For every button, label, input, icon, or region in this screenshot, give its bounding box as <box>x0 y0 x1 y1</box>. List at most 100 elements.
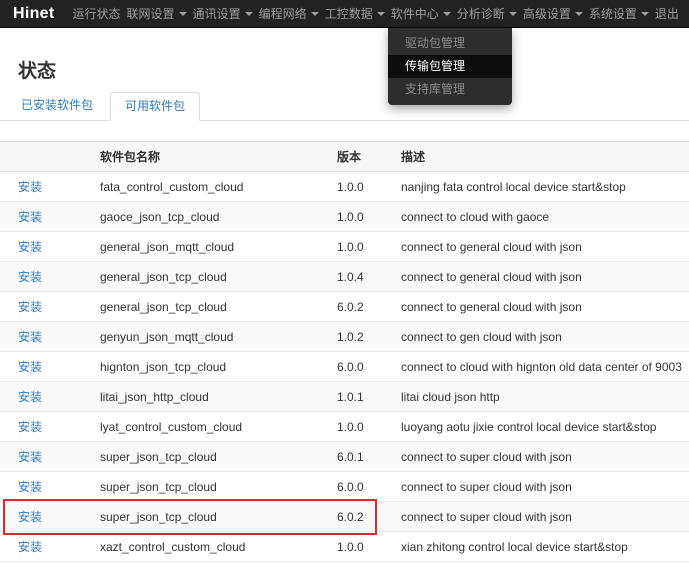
nav-item-9[interactable]: 退出 <box>655 0 679 28</box>
cell-description: connect to super cloud with json <box>397 442 689 472</box>
nav-item-label: 编程网络 <box>259 0 307 28</box>
table-row: 安装 super_json_tcp_cloud6.0.1connect to su… <box>0 442 689 472</box>
cell-package-name: genyun_json_mqtt_cloud <box>96 322 333 352</box>
navbar-menu: 运行状态联网设置通讯设置编程网络工控数据软件中心分析诊断高级设置系统设置退出 <box>67 0 689 28</box>
cell-version: 6.0.0 <box>333 352 397 382</box>
table-row: 安装general_json_tcp_cloud1.0.4connect to … <box>0 262 689 292</box>
table-row: 安装general_json_mqtt_cloud1.0.0connect to… <box>0 232 689 262</box>
cell-description: luoyang aotu jixie control local device … <box>397 412 689 442</box>
cell-action: 安装 <box>0 532 96 562</box>
cell-action: 安装 <box>0 472 96 502</box>
tab-0[interactable]: 已安装软件包 <box>6 91 108 120</box>
software-center-dropdown: 驱动包管理传输包管理支持库管理 <box>388 28 512 105</box>
dropdown-item-0[interactable]: 驱动包管理 <box>388 32 512 55</box>
cell-description: connect to super cloud with json <box>397 472 689 502</box>
install-link[interactable]: 安装 <box>18 180 42 194</box>
chevron-down-icon <box>641 12 649 16</box>
table-row: 安装 fata_control_custom_cloud1.0.0nanjing … <box>0 172 689 202</box>
cell-version: 1.0.2 <box>333 322 397 352</box>
main-content: 状态 已安装软件包可用软件包 软件包名称 版本 描述 安装fata_contro… <box>0 62 689 562</box>
install-link[interactable]: 安装 <box>18 300 42 314</box>
chevron-down-icon <box>443 12 451 16</box>
cell-version: 6.0.2 <box>333 502 397 532</box>
cell-action: 安装 <box>0 412 96 442</box>
install-link[interactable]: 安装 <box>18 480 42 494</box>
dropdown-item-1-active[interactable]: 传输包管理 <box>388 55 512 78</box>
dropdown-item-2[interactable]: 支持库管理 <box>388 78 512 101</box>
install-link[interactable]: 安装 <box>18 420 42 434</box>
nav-item-2[interactable]: 通讯设置 <box>193 0 253 28</box>
cell-description: connect to general cloud with json <box>397 262 689 292</box>
nav-item-4[interactable]: 工控数据 <box>325 0 385 28</box>
table-row: 安装 xazt_control_custom_cloud1.0.0xian zhi… <box>0 532 689 562</box>
cell-version: 1.0.0 <box>333 532 397 562</box>
package-table: 软件包名称 版本 描述 安装fata_control_custom_cloud1… <box>0 141 689 562</box>
cell-version: 6.0.1 <box>333 442 397 472</box>
cell-action: 安装 <box>0 322 96 352</box>
cell-package-name: fata_control_custom_cloud <box>96 172 333 202</box>
cell-package-name: general_json_tcp_cloud <box>96 262 333 292</box>
tab-1-active[interactable]: 可用软件包 <box>110 92 200 121</box>
install-link[interactable]: 安装 <box>18 330 42 344</box>
cell-package-name: super_json_tcp_cloud <box>96 502 333 532</box>
nav-item-6[interactable]: 分析诊断 <box>457 0 517 28</box>
chevron-down-icon <box>179 12 187 16</box>
table-row: 安装 genyun_json_mqtt_cloud1.0.2connect to … <box>0 322 689 352</box>
cell-action: 安装 <box>0 202 96 232</box>
nav-item-label: 系统设置 <box>589 0 637 28</box>
cell-version: 1.0.0 <box>333 202 397 232</box>
cell-description: connect to cloud with gaoce <box>397 202 689 232</box>
chevron-down-icon <box>377 12 385 16</box>
nav-item-label: 工控数据 <box>325 0 373 28</box>
cell-description: xian zhitong control local device start&… <box>397 532 689 562</box>
cell-action: 安装 <box>0 352 96 382</box>
cell-version: 1.0.0 <box>333 172 397 202</box>
table-row: 安装 gaoce_json_tcp_cloud1.0.0connect to cl… <box>0 202 689 232</box>
cell-description: connect to super cloud with json <box>397 502 689 532</box>
install-link[interactable]: 安装 <box>18 450 42 464</box>
nav-item-8[interactable]: 系统设置 <box>589 0 649 28</box>
nav-item-1[interactable]: 联网设置 <box>127 0 187 28</box>
nav-item-label: 联网设置 <box>127 0 175 28</box>
top-navbar: Hinet 运行状态联网设置通讯设置编程网络工控数据软件中心分析诊断高级设置系统… <box>0 0 689 28</box>
cell-description: connect to general cloud with json <box>397 292 689 322</box>
cell-version: 1.0.0 <box>333 232 397 262</box>
cell-description: connect to gen cloud with json <box>397 322 689 352</box>
install-link[interactable]: 安装 <box>18 540 42 554</box>
install-link[interactable]: 安装 <box>18 210 42 224</box>
cell-action: 安装 <box>0 502 96 532</box>
chevron-down-icon <box>311 12 319 16</box>
nav-item-label: 分析诊断 <box>457 0 505 28</box>
table-header-row: 软件包名称 版本 描述 <box>0 142 689 172</box>
cell-version: 1.0.0 <box>333 412 397 442</box>
nav-item-0[interactable]: 运行状态 <box>73 0 121 28</box>
cell-package-name: super_json_tcp_cloud <box>96 442 333 472</box>
install-link[interactable]: 安装 <box>18 390 42 404</box>
cell-package-name: xazt_control_custom_cloud <box>96 532 333 562</box>
cell-description: nanjing fata control local device start&… <box>397 172 689 202</box>
cell-package-name: gaoce_json_tcp_cloud <box>96 202 333 232</box>
nav-item-label: 通讯设置 <box>193 0 241 28</box>
install-link[interactable]: 安装 <box>18 240 42 254</box>
package-tabs: 已安装软件包可用软件包 <box>0 88 689 121</box>
nav-item-5[interactable]: 软件中心 <box>391 0 451 28</box>
install-link[interactable]: 安装 <box>18 270 42 284</box>
nav-item-label: 软件中心 <box>391 0 439 28</box>
cell-version: 6.0.0 <box>333 472 397 502</box>
nav-item-label: 运行状态 <box>73 0 121 28</box>
table-row: 安装 hignton_json_tcp_cloud6.0.0connect to … <box>0 352 689 382</box>
cell-package-name: litai_json_http_cloud <box>96 382 333 412</box>
table-row: 安装lyat_control_custom_cloud1.0.0luoyang … <box>0 412 689 442</box>
cell-action: 安装 <box>0 172 96 202</box>
cell-description: connect to cloud with hignton old data c… <box>397 352 689 382</box>
install-link[interactable]: 安装 <box>18 510 42 524</box>
nav-item-3[interactable]: 编程网络 <box>259 0 319 28</box>
install-link[interactable]: 安装 <box>18 360 42 374</box>
cell-action: 安装 <box>0 292 96 322</box>
chevron-down-icon <box>509 12 517 16</box>
cell-package-name: hignton_json_tcp_cloud <box>96 352 333 382</box>
nav-item-7[interactable]: 高级设置 <box>523 0 583 28</box>
cell-package-name: general_json_tcp_cloud <box>96 292 333 322</box>
brand-logo[interactable]: Hinet <box>0 5 67 23</box>
cell-description: litai cloud json http <box>397 382 689 412</box>
